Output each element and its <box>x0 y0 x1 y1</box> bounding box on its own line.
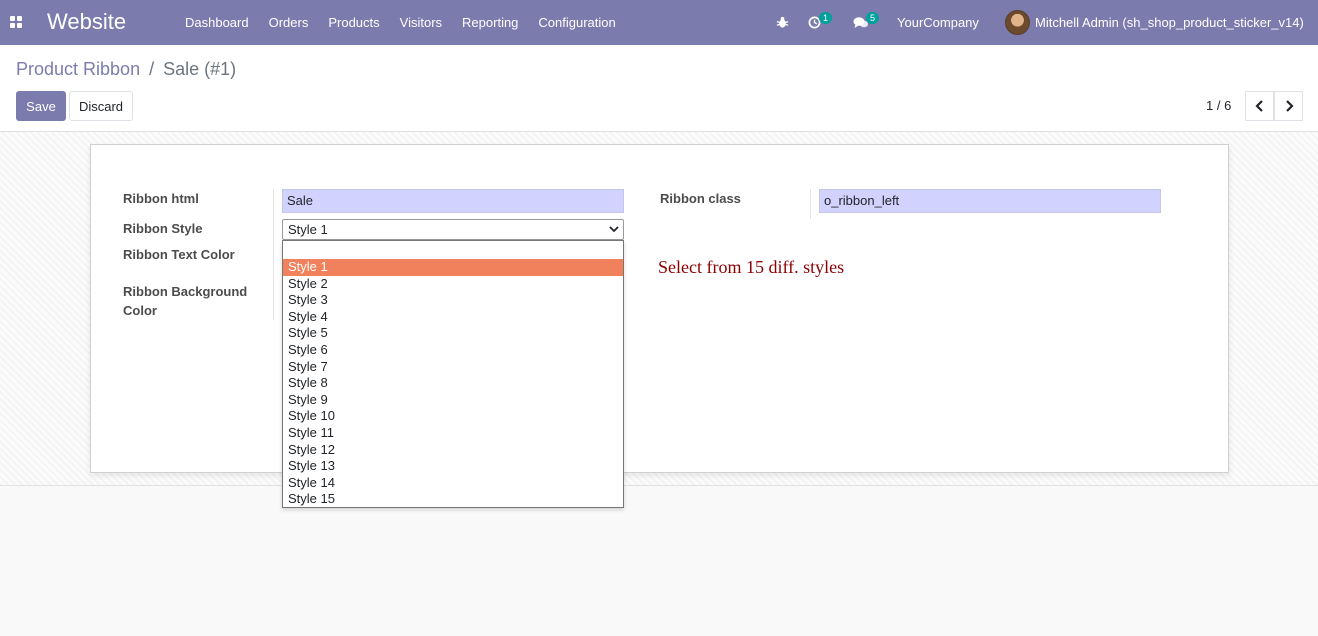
dropdown-option[interactable]: Style 1 <box>283 259 623 276</box>
breadcrumb-parent-link[interactable]: Product Ribbon <box>16 59 140 79</box>
activity-count-badge: 1 <box>819 12 833 24</box>
label-separator-right <box>810 189 811 219</box>
menu-item-products[interactable]: Products <box>318 15 389 30</box>
breadcrumb: Product Ribbon / Sale (#1) <box>16 59 236 80</box>
top-navbar: Website Dashboard Orders Products Visito… <box>0 0 1318 45</box>
chevron-down-icon <box>609 226 619 233</box>
apps-menu-icon[interactable] <box>10 16 22 28</box>
ribbon-style-select[interactable]: Style 1 <box>282 219 624 240</box>
messages-chat-icon[interactable] <box>853 0 869 45</box>
menu-item-dashboard[interactable]: Dashboard <box>175 15 259 30</box>
app-title[interactable]: Website <box>47 9 126 35</box>
company-switcher[interactable]: YourCompany <box>897 0 979 45</box>
discard-button[interactable]: Discard <box>69 91 133 121</box>
ribbon-bg-color-label-line2: Color <box>123 303 157 318</box>
dropdown-option[interactable]: Style 2 <box>283 276 623 293</box>
user-menu[interactable]: Mitchell Admin (sh_shop_product_sticker_… <box>1035 0 1304 45</box>
save-button[interactable]: Save <box>16 91 66 121</box>
dropdown-option[interactable]: Style 4 <box>283 309 623 326</box>
dropdown-option[interactable]: Style 3 <box>283 292 623 309</box>
control-panel: Product Ribbon / Sale (#1) Save Discard … <box>0 45 1318 132</box>
dropdown-option-empty[interactable] <box>283 241 623 259</box>
dropdown-option[interactable]: Style 11 <box>283 425 623 442</box>
menu-item-visitors[interactable]: Visitors <box>390 15 452 30</box>
dropdown-option[interactable]: Style 14 <box>283 475 623 492</box>
chevron-right-icon <box>1285 100 1294 112</box>
ribbon-style-selected-value: Style 1 <box>288 222 328 237</box>
dropdown-option[interactable]: Style 9 <box>283 392 623 409</box>
debug-bug-icon[interactable] <box>776 0 789 45</box>
dropdown-option[interactable]: Style 12 <box>283 442 623 459</box>
activity-clock-icon[interactable] <box>808 0 821 45</box>
dropdown-option[interactable]: Style 15 <box>283 491 623 508</box>
user-avatar[interactable] <box>1005 10 1030 35</box>
dropdown-option[interactable]: Style 6 <box>283 342 623 359</box>
ribbon-class-input[interactable]: o_ribbon_left <box>819 189 1161 213</box>
ribbon-bg-color-label: Ribbon Background Color <box>123 282 247 320</box>
pager-previous-button[interactable] <box>1245 91 1274 121</box>
dropdown-option[interactable]: Style 5 <box>283 325 623 342</box>
main-menu: Dashboard Orders Products Visitors Repor… <box>175 0 626 45</box>
menu-item-reporting[interactable]: Reporting <box>452 15 528 30</box>
ribbon-html-label: Ribbon html <box>123 191 199 206</box>
dropdown-option[interactable]: Style 7 <box>283 359 623 376</box>
ribbon-html-input[interactable]: Sale <box>282 189 624 213</box>
messages-count-badge: 5 <box>866 12 880 24</box>
ribbon-class-label: Ribbon class <box>660 191 741 206</box>
chevron-left-icon <box>1254 100 1263 112</box>
ribbon-bg-color-label-line1: Ribbon Background <box>123 284 248 299</box>
menu-item-orders[interactable]: Orders <box>259 15 319 30</box>
menu-item-configuration[interactable]: Configuration <box>528 15 625 30</box>
pager-value[interactable]: 1 / 6 <box>1206 98 1231 113</box>
dropdown-option[interactable]: Style 8 <box>283 375 623 392</box>
ribbon-style-label: Ribbon Style <box>123 221 203 236</box>
breadcrumb-current: Sale (#1) <box>163 59 237 79</box>
annotation-text: Select from 15 diff. styles <box>658 257 845 277</box>
breadcrumb-separator: / <box>149 59 155 79</box>
ribbon-style-dropdown: Style 1 Style 2 Style 3 Style 4 Style 5 … <box>282 240 624 508</box>
pager-next-button[interactable] <box>1274 91 1303 121</box>
label-separator <box>273 189 274 320</box>
dropdown-option[interactable]: Style 10 <box>283 408 623 425</box>
ribbon-text-color-label: Ribbon Text Color <box>123 247 235 262</box>
dropdown-option[interactable]: Style 13 <box>283 458 623 475</box>
